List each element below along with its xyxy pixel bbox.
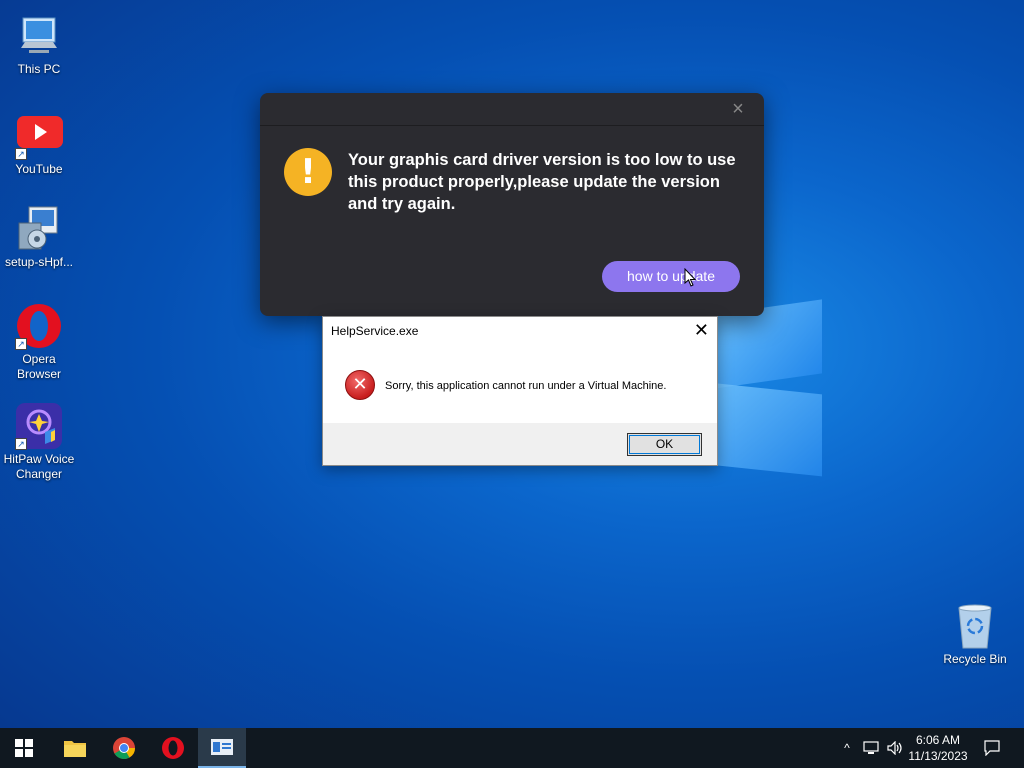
desktop-icon-label: YouTube [15, 162, 63, 176]
desktop-icon-recycle-bin[interactable]: Recycle Bin [935, 602, 1015, 667]
how-to-update-button[interactable]: how to update [602, 261, 740, 292]
error-icon: ✕ [345, 370, 375, 400]
desktop-icon-label: Opera Browser [16, 352, 61, 381]
notification-center-button[interactable] [980, 728, 1004, 768]
desktop-icon-setup[interactable]: setup-sHpf... [0, 205, 79, 270]
shortcut-arrow-icon: ↗ [15, 338, 27, 350]
installer-icon [15, 205, 63, 253]
dialog-title: HelpService.exe [331, 324, 419, 338]
folder-icon [64, 741, 86, 757]
taskbar-chrome[interactable] [100, 728, 148, 768]
desktop-icon-youtube[interactable]: ↗ YouTube [0, 112, 79, 177]
desktop-icon-label: This PC [17, 62, 61, 76]
desktop-icon-label: Recycle Bin [943, 652, 1007, 666]
network-icon [863, 741, 879, 754]
dialog-footer: OK [323, 423, 717, 465]
clock-time: 6:06 AM [915, 733, 961, 747]
close-icon[interactable]: ✕ [694, 320, 709, 341]
system-clock[interactable]: 6:06 AM 11/13/2023 [904, 732, 972, 764]
taskbar-opera[interactable] [149, 728, 197, 768]
ok-button[interactable]: OK [627, 433, 702, 456]
error-message: Sorry, this application cannot run under… [385, 380, 667, 392]
show-hidden-icons-button[interactable]: ^ [838, 728, 856, 768]
recycle-bin-icon [951, 602, 999, 650]
volume-button[interactable] [884, 728, 906, 768]
opera-icon: ↗ [15, 302, 63, 350]
desktop-icon-hitpaw[interactable]: ↗ HitPaw Voice Changer [0, 402, 79, 482]
windows-logo-icon [15, 739, 33, 757]
window-app-icon [211, 739, 233, 755]
desktop-icon-label: HitPaw Voice Changer [3, 452, 75, 481]
taskbar-active-app[interactable] [198, 728, 246, 768]
clock-date: 11/13/2023 [908, 749, 968, 763]
hitpaw-icon: ↗ [15, 402, 63, 450]
desktop-icon-this-pc[interactable]: This PC [0, 12, 79, 77]
opera-icon [162, 737, 184, 759]
notification-icon [984, 740, 1000, 756]
desktop-icon-label: setup-sHpf... [4, 255, 74, 269]
taskbar-file-explorer[interactable] [51, 728, 99, 768]
computer-icon [15, 12, 63, 60]
error-dialog: HelpService.exe ✕ ✕ Sorry, this applicat… [322, 316, 718, 466]
shortcut-arrow-icon: ↗ [15, 438, 27, 450]
shortcut-arrow-icon: ↗ [15, 148, 27, 160]
volume-icon [887, 741, 902, 755]
close-icon[interactable]: × [730, 99, 746, 119]
mouse-cursor-icon [684, 268, 697, 287]
network-button[interactable] [860, 728, 882, 768]
dialog-message: Your graphis card driver version is too … [348, 151, 736, 213]
chrome-icon [113, 737, 135, 759]
wallpaper-windows-logo [700, 290, 822, 480]
start-button[interactable] [0, 728, 48, 768]
taskbar: ^ 6:06 AM 11/13/2023 [0, 728, 1024, 768]
youtube-icon: ↗ [15, 112, 63, 160]
desktop-icon-opera[interactable]: ↗ Opera Browser [0, 302, 79, 382]
chevron-up-icon: ^ [844, 741, 850, 755]
dialog-titlebar: × [260, 93, 764, 126]
warning-icon: ! [284, 148, 332, 196]
